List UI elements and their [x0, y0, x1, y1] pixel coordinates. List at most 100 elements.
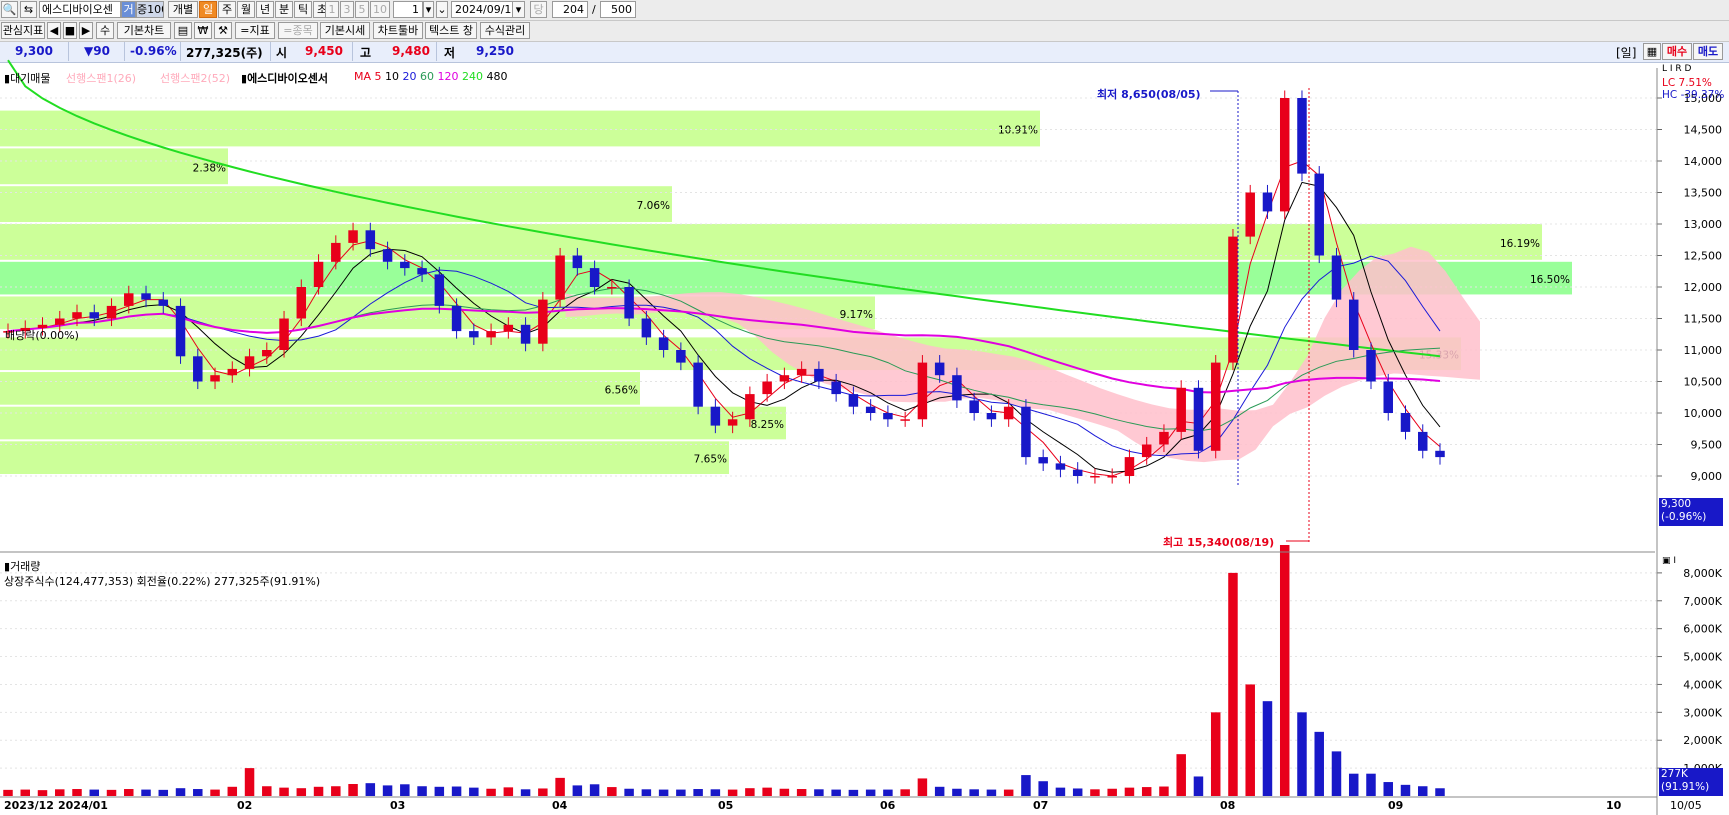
volume-bar — [417, 786, 427, 796]
candle-body — [72, 312, 82, 319]
span2-legend: 선행스팬2(52) — [160, 72, 231, 85]
ma5-legend: 5 — [374, 70, 382, 83]
candle-body — [727, 419, 738, 426]
hc-label: HC -39.37% — [1662, 89, 1725, 101]
supply-zone-label: 10.91% — [998, 125, 1038, 137]
vol-last-label: 277K — [1661, 768, 1688, 780]
candle-body — [1176, 387, 1186, 432]
price-tick-label: 13,000 — [1684, 218, 1723, 231]
volume-title-label: 거래량 — [10, 560, 41, 573]
high-price-annotation: 최고 15,340(08/19) — [1163, 536, 1275, 549]
volume-bar — [1124, 787, 1135, 796]
price-tick-label: 12,000 — [1684, 281, 1723, 294]
volume-bar — [917, 778, 928, 796]
volume-bar — [1435, 788, 1445, 796]
volume-bar — [486, 788, 496, 796]
stock-legend-label: 에스디바이오센서 — [247, 72, 329, 85]
candle-body — [1435, 450, 1445, 458]
candle-body — [589, 268, 600, 287]
candle-body — [1400, 413, 1411, 432]
candle-body — [313, 261, 324, 287]
candle-body — [883, 413, 893, 420]
x-label-sep: 09 — [1388, 799, 1404, 812]
ma20-legend: 20 — [402, 70, 417, 83]
candle-body — [1038, 457, 1048, 464]
x-label-jul: 07 — [1033, 799, 1049, 812]
volume-bar — [589, 784, 600, 796]
volume-bar — [676, 789, 686, 796]
last-price-box: 9,300 (-0.96%) — [1659, 498, 1723, 526]
candle-body — [382, 249, 393, 262]
candle-body — [1107, 476, 1117, 478]
volume-bar — [503, 787, 514, 796]
volume-bar — [193, 789, 203, 796]
price-volume-chart[interactable]: 10.91%2.38%7.06%16.19%16.50%9.17%15.33%6… — [0, 0, 1729, 815]
price-tick-label: 12,500 — [1684, 250, 1723, 263]
candle-body — [55, 318, 65, 325]
candle-body — [1245, 192, 1255, 237]
volume-bar — [20, 789, 30, 796]
volume-bar — [1210, 712, 1221, 796]
volume-bar — [1090, 789, 1100, 796]
axis-settings-icon[interactable]: L I R D — [1662, 64, 1691, 74]
candle-body — [365, 230, 376, 250]
volume-bar — [1228, 572, 1238, 796]
volume-axis-icon[interactable]: ▣ I — [1662, 556, 1676, 566]
candle-body — [1210, 362, 1221, 451]
volume-bar — [434, 786, 445, 796]
volume-tick-label: 7,000K — [1683, 595, 1722, 608]
candle-body — [210, 375, 220, 382]
candle-body — [89, 312, 100, 319]
last-price-label: 9,300 — [1661, 498, 1692, 510]
volume-bar — [727, 789, 738, 796]
supply-zone-label: 16.19% — [1500, 238, 1540, 250]
price-tick-label: 9,500 — [1691, 439, 1723, 452]
volume-bar — [693, 789, 703, 796]
volume-bar — [1400, 784, 1411, 796]
price-tick-label: 11,500 — [1684, 313, 1723, 326]
volume-bar — [745, 788, 755, 796]
candle-body — [1003, 406, 1014, 420]
volume-bar — [641, 789, 652, 796]
volume-bar — [400, 784, 410, 796]
volume-bar — [1314, 731, 1324, 796]
volume-bar — [883, 789, 893, 796]
candle-body — [865, 406, 876, 413]
candle-body — [1193, 387, 1204, 451]
volume-bar — [1072, 788, 1083, 796]
volume-bar — [555, 777, 565, 796]
ma60-legend: 60 — [420, 70, 435, 83]
volume-bar — [1348, 773, 1359, 796]
x-label-aug: 08 — [1220, 799, 1236, 812]
candle-body — [469, 331, 479, 338]
candle-body — [417, 268, 427, 275]
volume-bar — [210, 789, 220, 796]
volume-bar — [37, 790, 48, 796]
volume-tick-label: 8,000K — [1683, 567, 1722, 580]
supply-zone-label: 16.50% — [1530, 274, 1570, 286]
candle-body — [693, 362, 703, 407]
volume-bar — [538, 788, 548, 796]
candle-body — [1159, 431, 1169, 445]
volume-bar — [1141, 787, 1152, 796]
candle-body — [296, 287, 307, 319]
ma240-legend: 240 — [462, 70, 484, 83]
volume-bar — [1297, 712, 1307, 796]
candle-body — [986, 413, 997, 420]
candle-body — [917, 362, 928, 420]
volume-bar — [607, 787, 617, 796]
supply-legend-label: 대기매물 — [10, 72, 51, 85]
candle-body — [1366, 350, 1376, 382]
volume-bar — [1176, 754, 1186, 796]
candle-body — [1072, 469, 1083, 476]
volume-bar — [124, 789, 134, 796]
price-tick-label: 10,000 — [1684, 407, 1723, 420]
volume-bar — [796, 789, 807, 796]
candle-body — [141, 293, 151, 300]
candle-body — [486, 331, 496, 338]
candle-body — [262, 350, 272, 357]
x-label-date: 10/05 — [1670, 799, 1702, 812]
x-label-jun: 06 — [880, 799, 896, 812]
candle-body — [796, 368, 807, 376]
supply-zone-label: 7.06% — [637, 200, 670, 212]
